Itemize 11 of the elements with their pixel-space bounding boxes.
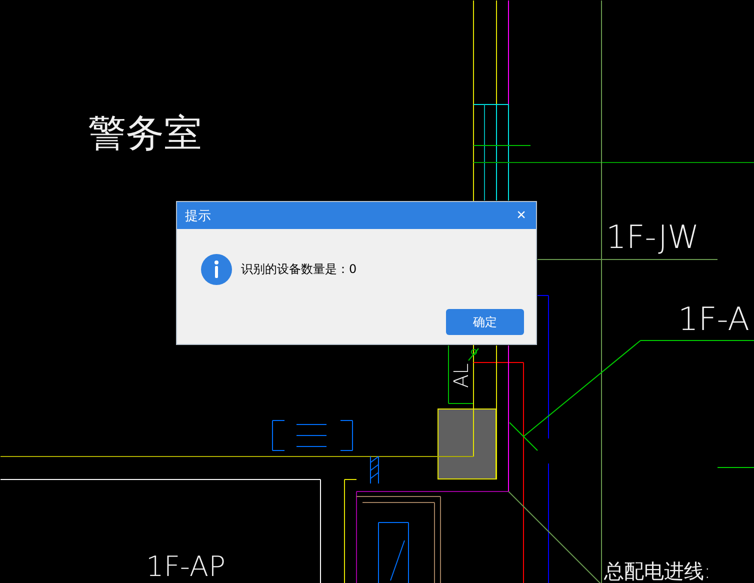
drawing-label: 1F-AP: [146, 550, 226, 583]
drawing-label: 1F-JW: [606, 218, 700, 256]
confirm-button[interactable]: 确定: [446, 309, 524, 335]
drawing-label: 警务室: [88, 111, 202, 155]
info-icon: [201, 254, 232, 284]
dialog-title: 提示: [185, 208, 211, 224]
drawing-label: AL: [449, 363, 473, 388]
drawing-label: 总配电进线:: [604, 559, 711, 583]
dialog-message: 识别的设备数量是：0: [241, 260, 357, 278]
drawing-label: 1F-A: [678, 300, 750, 338]
close-button[interactable]: ×: [514, 208, 528, 224]
